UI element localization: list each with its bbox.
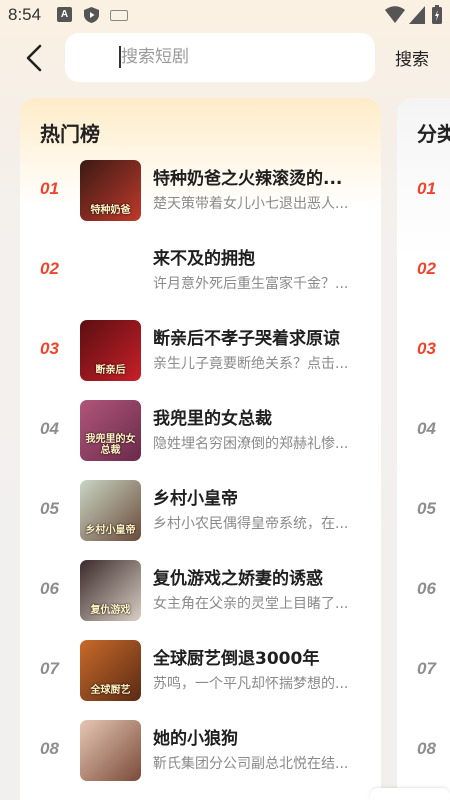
category-rank-number: 06 (417, 579, 436, 598)
thumbnail-caption: 乡村小皇帝 (85, 525, 136, 536)
app-a-icon: A (57, 7, 72, 22)
drama-description: 隐姓埋名穷困潦倒的郑赫礼惨... (153, 436, 349, 452)
category-rank-number: 03 (417, 339, 436, 358)
keyboard-icon (110, 10, 128, 21)
category-rank-number: 05 (417, 499, 436, 518)
back-arrow-icon[interactable] (20, 40, 50, 76)
category-rank-number: 04 (417, 419, 436, 438)
thumbnail-caption: 我兜里的女总裁 (85, 434, 136, 456)
drama-title: 她的小狼狗 (153, 729, 238, 749)
category-rank-number: 02 (417, 259, 436, 278)
hot-list-card: 热门榜 01 特种奶爸 特种奶爸之火辣滚烫的... 楚天策带着女儿小七退出恶人... 0… (20, 98, 381, 800)
thumbnail-caption: 特种奶爸 (90, 205, 131, 216)
drama-description: 靳氏集团分公司副总北悦在结... (153, 756, 349, 772)
drama-list-item[interactable]: 断亲后 断亲后不孝子哭着求原谅亲生儿子竟要断绝关系？点击... (20, 320, 381, 384)
drama-thumbnail[interactable]: 特种奶爸 (80, 160, 141, 221)
signal-icon (409, 6, 425, 24)
drama-description: 亲生儿子竟要断绝关系？点击... (153, 356, 349, 372)
drama-list-item[interactable]: 她的小狼狗靳氏集团分公司副总北悦在结... (20, 720, 381, 784)
drama-description: 乡村小农民偶得皇帝系统，在... (153, 516, 349, 532)
drama-title: 断亲后不孝子哭着求原谅 (153, 329, 340, 349)
thumbnail-caption: 复仇游戏 (90, 605, 131, 616)
drama-list-item[interactable]: 全球厨艺 全球厨艺倒退3000年苏鸣，一个平凡却怀揣梦想的... (20, 640, 381, 704)
drama-title: 乡村小皇帝 (153, 489, 238, 509)
status-time: 8:54 (8, 5, 42, 24)
shield-icon (84, 7, 99, 23)
drama-description: 苏鸣，一个平凡却怀揣梦想的... (153, 676, 349, 692)
drama-title: 全球厨艺倒退3000年 (153, 649, 320, 669)
drama-thumbnail[interactable]: 我兜里的女总裁 (80, 400, 141, 461)
drama-thumbnail[interactable]: 复仇游戏 (80, 560, 141, 621)
drama-list-item[interactable]: 特种奶爸 特种奶爸之火辣滚烫的... 楚天策带着女儿小七退出恶人... (20, 160, 381, 224)
wifi-icon (385, 6, 405, 23)
drama-list-item[interactable]: 乡村小皇帝 乡村小皇帝 乡村小农民偶得皇帝系统，在... (20, 480, 381, 544)
category-card: 分类 01 02 03 04 05 06 07 08 (397, 98, 450, 800)
category-rank-number: 08 (417, 739, 436, 758)
drama-list-item[interactable]: 来不及的拥抱许月意外死后重生富家千金？... (20, 240, 381, 304)
thumbnail-caption: 断亲后 (95, 365, 126, 376)
category-rank-number: 01 (417, 179, 436, 198)
floating-button-edge[interactable] (370, 788, 450, 800)
status-bar: 8:54 A (0, 0, 450, 30)
drama-title: 来不及的拥抱 (153, 249, 255, 269)
search-input[interactable]: 搜索短剧 (65, 33, 375, 82)
drama-thumbnail[interactable] (80, 720, 141, 781)
drama-description: 楚天策带着女儿小七退出恶人... (153, 196, 349, 212)
drama-thumbnail[interactable]: 断亲后 (80, 320, 141, 381)
drama-title: 我兜里的女总裁 (153, 409, 272, 429)
thumbnail-caption: 全球厨艺 (90, 685, 131, 696)
battery-icon (432, 5, 442, 24)
search-button[interactable]: 搜索 (395, 45, 429, 70)
drama-list-item[interactable]: 复仇游戏 复仇游戏之娇妻的诱惑女主角在父亲的灵堂上目睹了... (20, 560, 381, 624)
hot-list-title: 热门榜 (40, 122, 100, 146)
drama-description: 许月意外死后重生富家千金？... (153, 276, 349, 292)
drama-title: 复仇游戏之娇妻的诱惑 (153, 569, 323, 589)
drama-list-item[interactable]: 我兜里的女总裁 我兜里的女总裁 隐姓埋名穷困潦倒的郑赫礼惨... (20, 400, 381, 464)
category-rank-number: 07 (417, 659, 436, 678)
drama-title: 特种奶爸之火辣滚烫的... (153, 169, 343, 189)
drama-thumbnail[interactable]: 乡村小皇帝 (80, 480, 141, 541)
search-placeholder: 搜索短剧 (121, 47, 189, 67)
drama-thumbnail[interactable] (80, 240, 141, 301)
drama-thumbnail[interactable]: 全球厨艺 (80, 640, 141, 701)
drama-description: 女主角在父亲的灵堂上目睹了... (153, 596, 349, 612)
category-title: 分类 (417, 122, 450, 146)
